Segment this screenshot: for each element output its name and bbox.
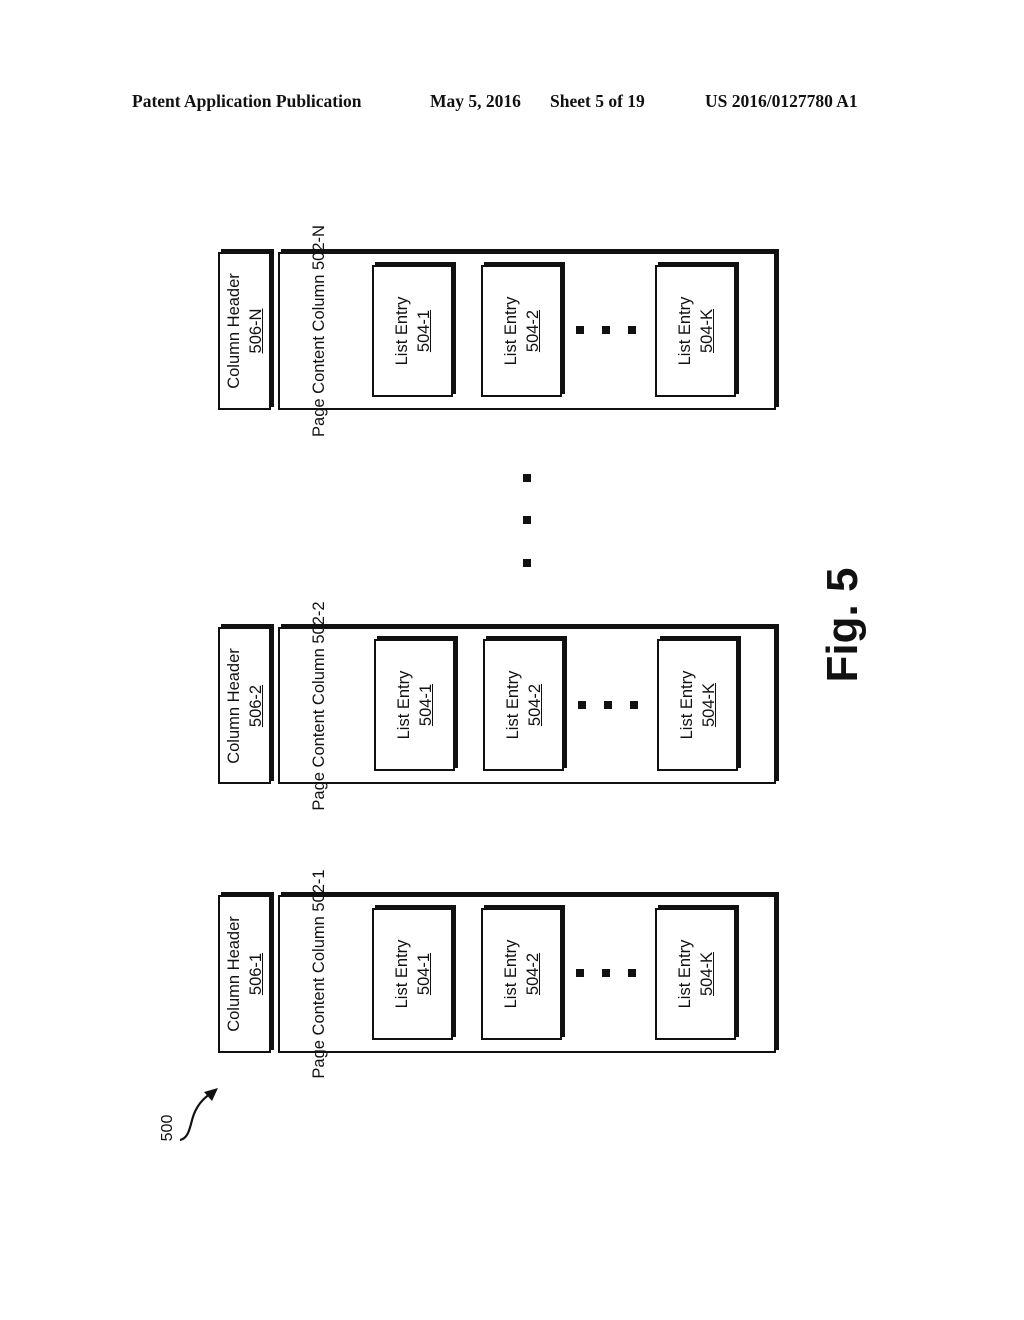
list-entry-label: List Entry 504-1 <box>393 671 437 740</box>
page-content-title-2: Column <box>310 274 328 332</box>
list-entry-title: List Entry <box>392 296 411 366</box>
list-entry-ref: 504-1 <box>414 952 433 996</box>
list-entry-title: List Entry <box>503 670 522 740</box>
list-entry-ref: 504-K <box>699 682 718 728</box>
list-entry-label: List Entry 504-K <box>676 671 720 740</box>
list-entry-title: List Entry <box>501 939 520 1009</box>
list-entry-box: List Entry 504-K <box>655 908 736 1040</box>
list-entry-ref: 504-2 <box>523 952 542 996</box>
list-entry-title: List Entry <box>394 670 413 740</box>
list-entry-title: List Entry <box>675 939 694 1009</box>
list-entry-ref: 504-1 <box>416 683 435 727</box>
ellipsis-dot <box>604 701 612 709</box>
column-header-ref: 506-2 <box>246 684 265 727</box>
ellipsis-dot <box>576 969 584 977</box>
list-entry-box: List Entry 504-K <box>657 639 738 771</box>
ellipsis-dot <box>602 326 610 334</box>
page-content-ref: 502-1 <box>310 869 328 912</box>
list-entry-ref: 504-1 <box>414 309 433 353</box>
group-ellipsis-dot <box>523 474 531 482</box>
page-content-title: Page Content <box>310 336 328 437</box>
ellipsis-dot <box>576 326 584 334</box>
column-header-title: Column Header <box>224 916 243 1032</box>
list-entry-ref: 504-K <box>697 951 716 997</box>
page-content-ref: 502-2 <box>310 600 328 644</box>
column-header-box: Column Header 506-1 <box>218 895 271 1053</box>
column-header-box: Column Header 506-2 <box>218 627 271 784</box>
ellipsis-dot <box>578 701 586 709</box>
column-header-label: Column Header 506-1 <box>223 916 267 1032</box>
column-header-ref: 506-1 <box>246 952 265 996</box>
list-entry-ref: 504-2 <box>523 309 542 353</box>
publication-date: May 5, 2016 <box>430 91 521 111</box>
ellipsis-dot <box>630 701 638 709</box>
list-entry-label: List Entry 504-1 <box>391 940 435 1009</box>
ellipsis-dot <box>628 326 636 334</box>
list-entry-title: List Entry <box>677 670 696 740</box>
page-content-title: Page Content <box>310 709 328 811</box>
list-entry-label: List Entry 504-1 <box>391 297 435 366</box>
page-content-title-2: Column <box>310 916 328 974</box>
ellipsis-dot <box>602 969 610 977</box>
page-content-title-2: Column <box>310 647 328 705</box>
page-content-title: Page Content <box>310 977 328 1079</box>
group-ellipsis-dot <box>523 516 531 524</box>
page-content-column-label: Page Content Column 502-2 <box>308 601 330 810</box>
list-entry-title: List Entry <box>501 296 520 366</box>
list-entry-box: List Entry 504-2 <box>481 908 562 1040</box>
list-entry-ref: 504-K <box>697 308 716 354</box>
list-entry-box: List Entry 504-K <box>655 265 736 397</box>
figure-reference-numeral: 500 <box>159 1114 176 1142</box>
group-ellipsis-dot <box>523 559 531 567</box>
column-header-ref: 506-N <box>246 308 265 354</box>
list-entry-ref: 504-2 <box>525 683 544 727</box>
arrow-stem <box>179 1093 211 1142</box>
list-entry-box: List Entry 504-1 <box>372 265 453 397</box>
column-header-box: Column Header 506-N <box>218 252 271 410</box>
page-content-column-label: Page Content Column 502-N <box>308 225 330 437</box>
list-entry-label: List Entry 504-2 <box>500 940 544 1009</box>
list-entry-label: List Entry 504-2 <box>500 297 544 366</box>
list-entry-label: List Entry 504-K <box>674 297 718 366</box>
list-entry-box: List Entry 504-1 <box>372 908 453 1040</box>
list-entry-title: List Entry <box>675 296 694 366</box>
ellipsis-dot <box>628 969 636 977</box>
publication-label: Patent Application Publication <box>132 91 362 111</box>
column-header-label: Column Header 506-2 <box>223 648 267 764</box>
page-content-ref: 502-N <box>310 225 328 270</box>
list-entry-box: List Entry 504-1 <box>374 639 455 771</box>
column-header-title: Column Header <box>224 647 243 764</box>
arrow-head <box>204 1088 218 1101</box>
list-entry-label: List Entry 504-2 <box>502 671 546 740</box>
list-entry-box: List Entry 504-2 <box>481 265 562 397</box>
figure-label: Fig. 5 <box>818 567 867 683</box>
patent-number: US 2016/0127780 A1 <box>705 91 858 111</box>
list-entry-box: List Entry 504-2 <box>483 639 564 771</box>
column-header-title: Column Header <box>224 273 243 389</box>
sheet-number: Sheet 5 of 19 <box>550 91 645 111</box>
reference-arrow-icon <box>179 1088 218 1142</box>
list-entry-label: List Entry 504-K <box>674 940 718 1009</box>
page-content-column-label: Page Content Column 502-1 <box>308 869 330 1078</box>
column-header-label: Column Header 506-N <box>223 273 267 389</box>
list-entry-title: List Entry <box>392 939 411 1009</box>
